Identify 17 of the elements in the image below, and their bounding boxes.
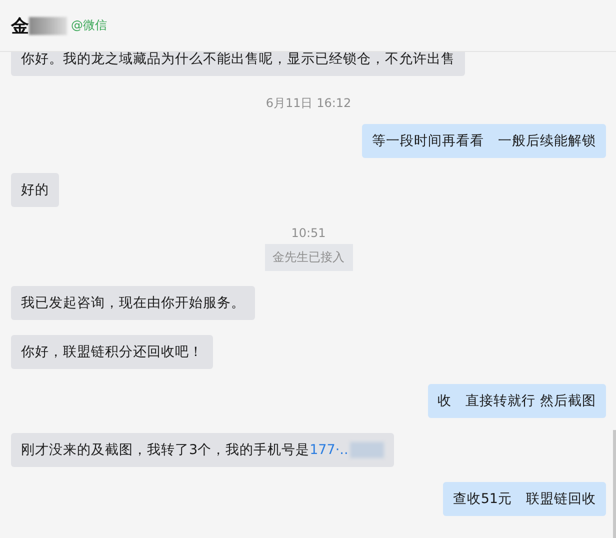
message-text: 等一段时间再看看 一般后续能解锁: [372, 132, 596, 150]
message-text: 收 直接转就行 然后截图: [438, 392, 596, 410]
source-label: @微信: [71, 17, 107, 34]
message-text: 好的: [21, 181, 49, 199]
message-text: 我已发起咨询，现在由你开始服务。: [21, 294, 245, 312]
redaction-mark: [29, 16, 67, 34]
message-text: 你好。我的龙之域藏品为什么不能出售呢，显示已经锁仓，不允许出售: [21, 50, 455, 68]
message-text: 刚才没来的及截图，我转了3个，我的手机号是 177·..: [21, 441, 348, 459]
timestamp: 6月11日 16:12: [266, 95, 352, 112]
timestamp: 10:51: [291, 226, 326, 240]
contact-name: 金: [11, 14, 29, 38]
message-text: 查收51元 联盟链回收: [452, 490, 596, 508]
phone-link[interactable]: 177·..: [310, 442, 348, 458]
message-text: 你好，联盟链积分还回收吧！: [21, 343, 203, 361]
system-notice: 金先生已接入: [264, 244, 352, 271]
redaction-mark: [350, 442, 384, 458]
scrollbar[interactable]: [613, 430, 616, 538]
